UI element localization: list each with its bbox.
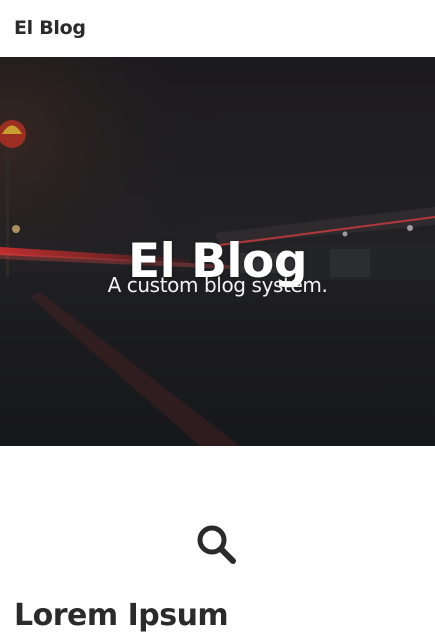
post-title[interactable]: Lorem Ipsum xyxy=(14,596,229,636)
hero-banner: El Blog A custom blog system. xyxy=(0,57,435,446)
hero-subtitle: A custom blog system. xyxy=(107,273,328,297)
navbar-brand-link[interactable]: El Blog xyxy=(14,17,86,39)
navbar: El Blog xyxy=(0,0,435,57)
search-icon xyxy=(197,525,236,564)
search-button[interactable] xyxy=(195,524,239,568)
